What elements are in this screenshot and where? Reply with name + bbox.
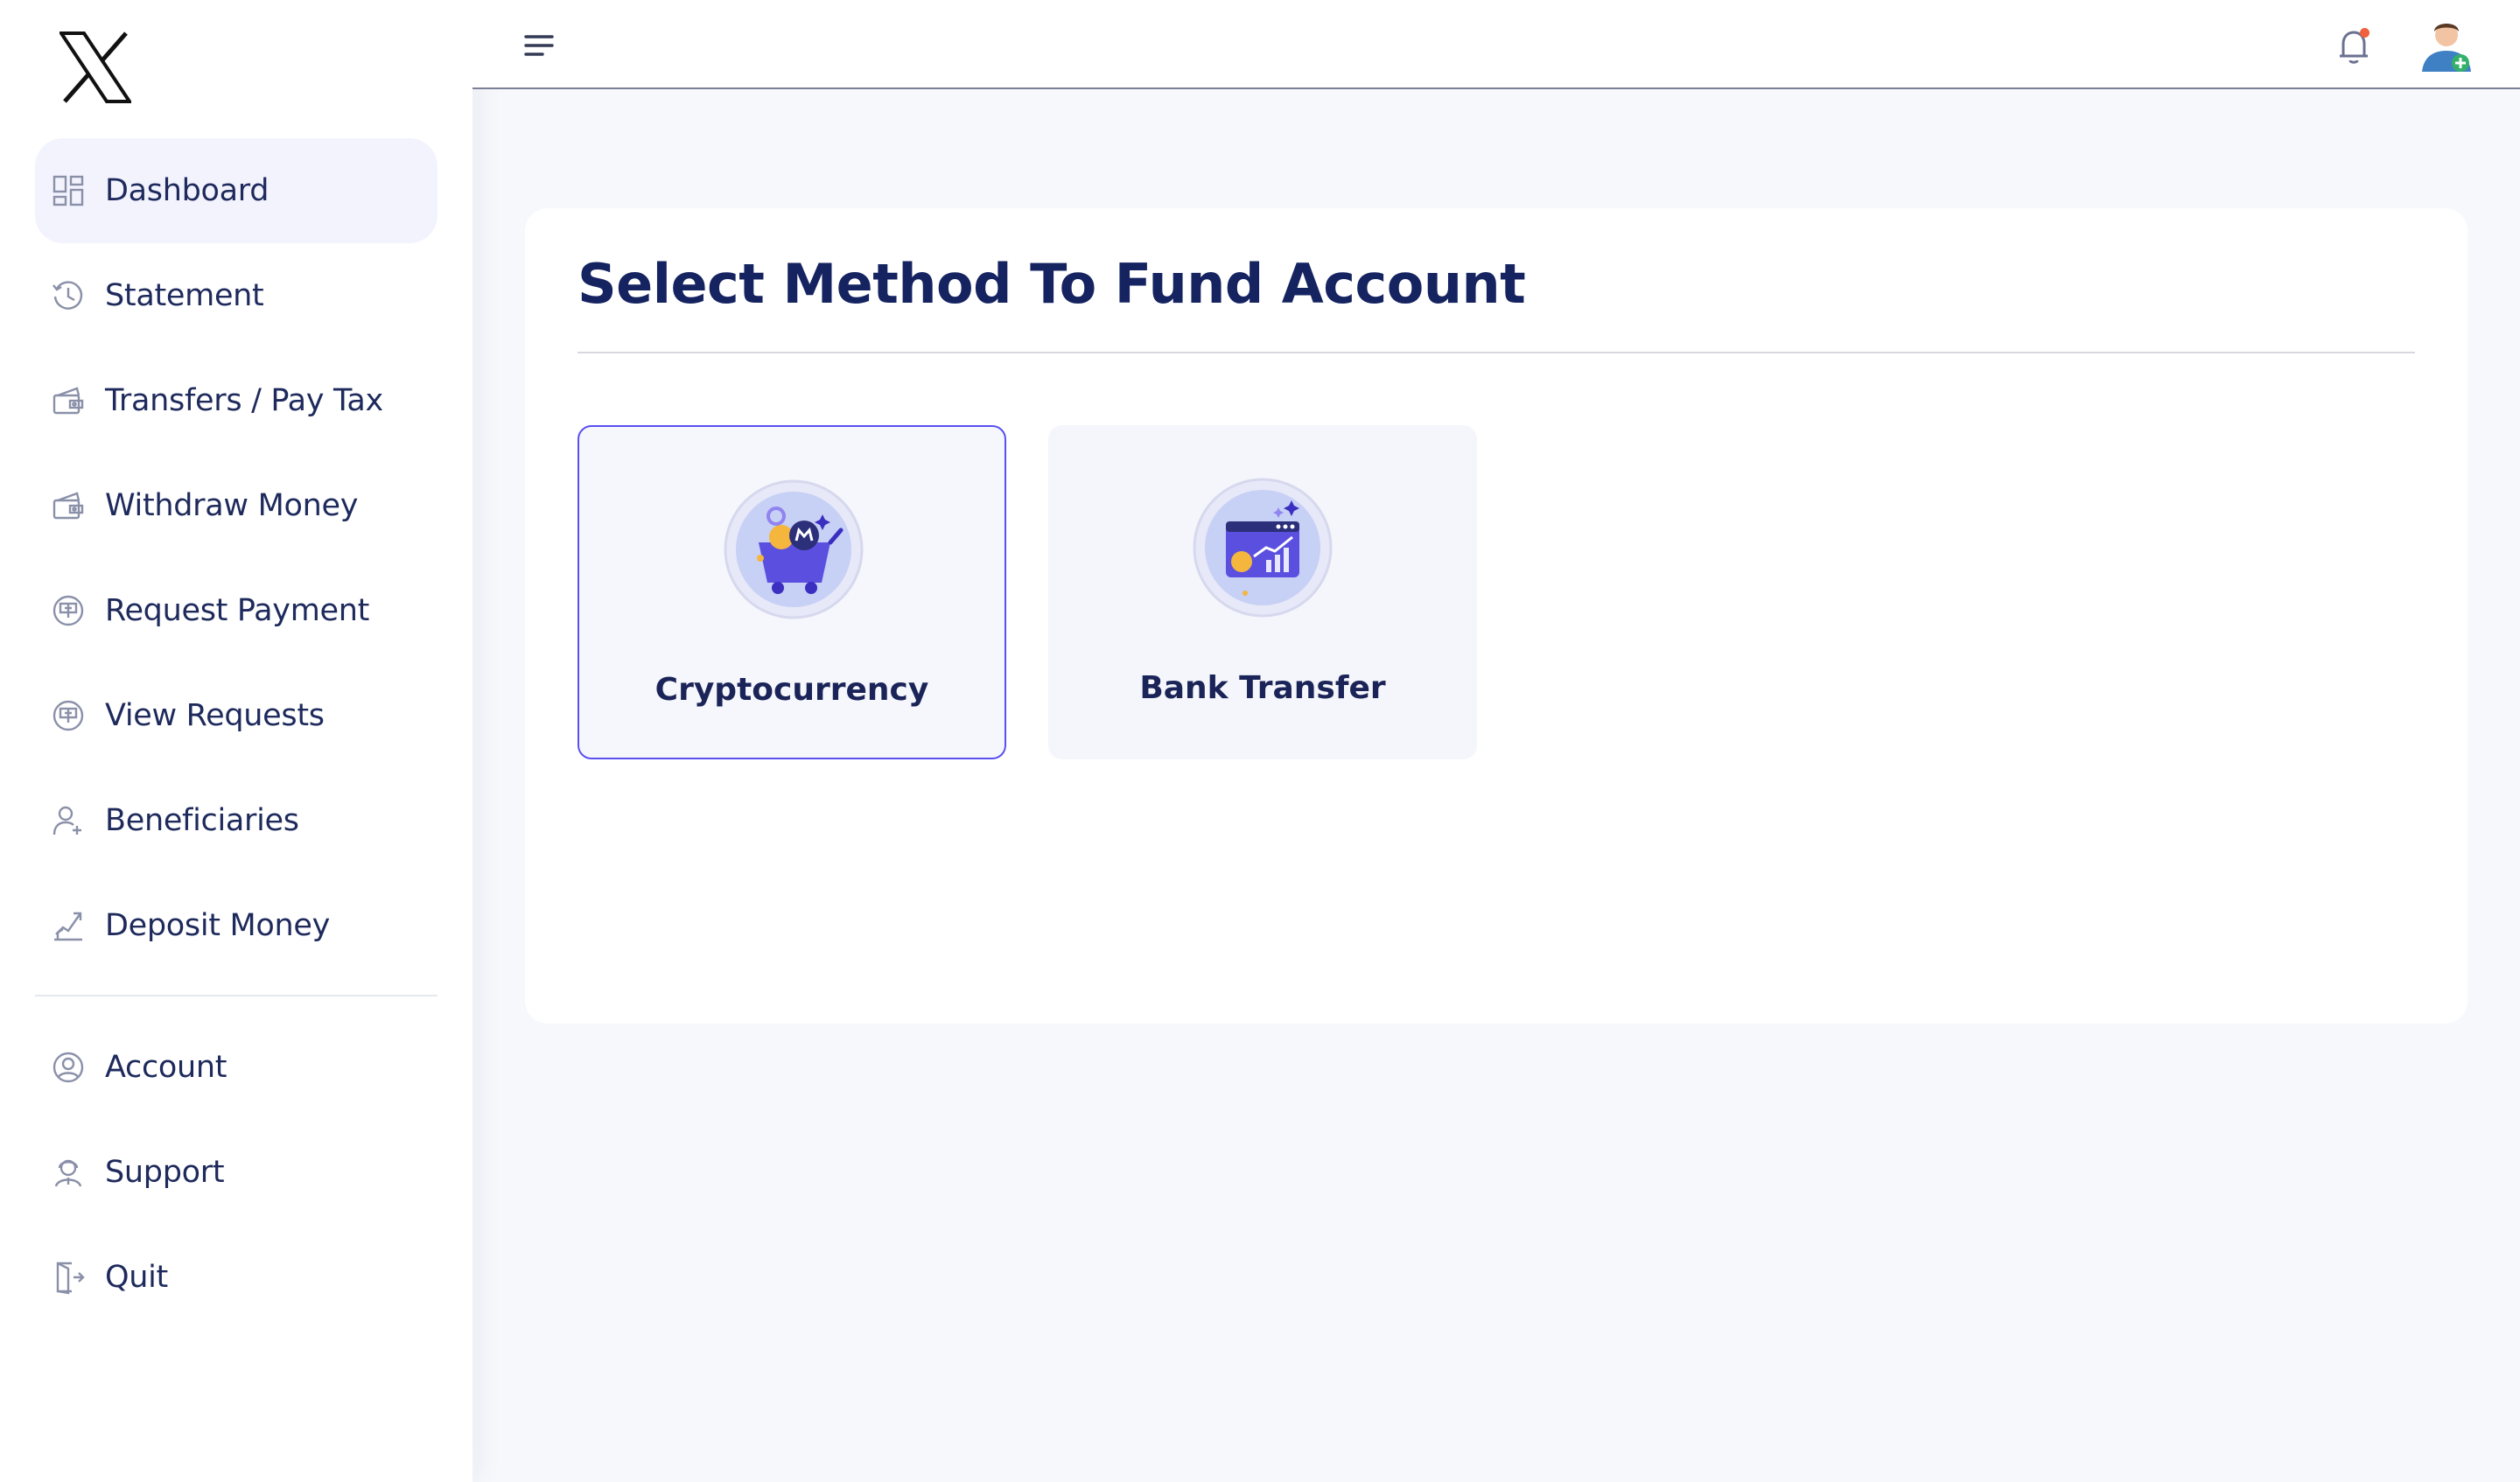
- sidebar-item-label: Quit: [105, 1260, 168, 1295]
- sidebar-item-withdraw[interactable]: Withdraw Money: [35, 453, 438, 558]
- view-requests-icon: [51, 698, 86, 733]
- sidebar-item-label: Support: [105, 1155, 225, 1190]
- sidebar-secondary-nav: Account Support Quit: [35, 1015, 438, 1330]
- bell-icon[interactable]: [2334, 26, 2373, 66]
- fund-account-card: Select Method To Fund Account Cryptocurr…: [525, 208, 2468, 1024]
- account-icon: [51, 1050, 86, 1085]
- sidebar-item-view-requests[interactable]: View Requests: [35, 663, 438, 768]
- sidebar-item-quit[interactable]: Quit: [35, 1225, 438, 1330]
- topbar: [472, 0, 2520, 89]
- sidebar-item-statement[interactable]: Statement: [35, 243, 438, 348]
- sidebar-item-label: View Requests: [105, 698, 325, 733]
- sidebar-item-transfers[interactable]: Transfers / Pay Tax: [35, 348, 438, 453]
- crypto-cart-icon: [724, 479, 864, 619]
- app-root: Dashboard Statement Transfers / Pay Tax: [0, 0, 2520, 1482]
- sidebar-item-beneficiaries[interactable]: Beneficiaries: [35, 768, 438, 873]
- method-label: Cryptocurrency: [654, 672, 929, 708]
- sidebar-item-label: Withdraw Money: [105, 488, 359, 523]
- bank-dashboard-icon: [1193, 478, 1333, 618]
- avatar-icon[interactable]: [2418, 16, 2474, 73]
- sidebar-item-deposit[interactable]: Deposit Money: [35, 873, 438, 978]
- sidebar-item-support[interactable]: Support: [35, 1120, 438, 1225]
- deposit-icon: [51, 908, 86, 943]
- sidebar-nav: Dashboard Statement Transfers / Pay Tax: [35, 138, 438, 978]
- sidebar: Dashboard Statement Transfers / Pay Tax: [0, 0, 472, 1482]
- wallet-withdraw-icon: [51, 488, 86, 523]
- sidebar-divider: [35, 995, 438, 996]
- sidebar-item-label: Request Payment: [105, 593, 370, 628]
- method-label: Bank Transfer: [1139, 670, 1386, 706]
- sidebar-item-label: Dashboard: [105, 173, 270, 208]
- payment-request-icon: [51, 593, 86, 628]
- history-icon: [51, 278, 86, 313]
- title-divider: [578, 352, 2415, 353]
- method-bank-transfer[interactable]: Bank Transfer: [1048, 425, 1477, 759]
- x-logo-icon[interactable]: [58, 31, 133, 103]
- support-icon: [51, 1155, 86, 1190]
- sidebar-item-account[interactable]: Account: [35, 1015, 438, 1120]
- sidebar-item-request-payment[interactable]: Request Payment: [35, 558, 438, 663]
- user-add-icon: [51, 803, 86, 838]
- page-title: Select Method To Fund Account: [578, 252, 1526, 316]
- sidebar-item-label: Transfers / Pay Tax: [105, 383, 383, 418]
- sidebar-item-dashboard[interactable]: Dashboard: [35, 138, 438, 243]
- logout-icon: [51, 1260, 86, 1295]
- wallet-transfer-icon: [51, 383, 86, 418]
- method-cryptocurrency[interactable]: Cryptocurrency: [578, 425, 1006, 759]
- dashboard-icon: [51, 173, 86, 208]
- menu-icon[interactable]: [523, 31, 555, 59]
- notification-dot: [2360, 28, 2370, 38]
- sidebar-item-label: Statement: [105, 278, 264, 313]
- sidebar-item-label: Deposit Money: [105, 908, 331, 943]
- sidebar-item-label: Beneficiaries: [105, 803, 299, 838]
- sidebar-item-label: Account: [105, 1050, 228, 1085]
